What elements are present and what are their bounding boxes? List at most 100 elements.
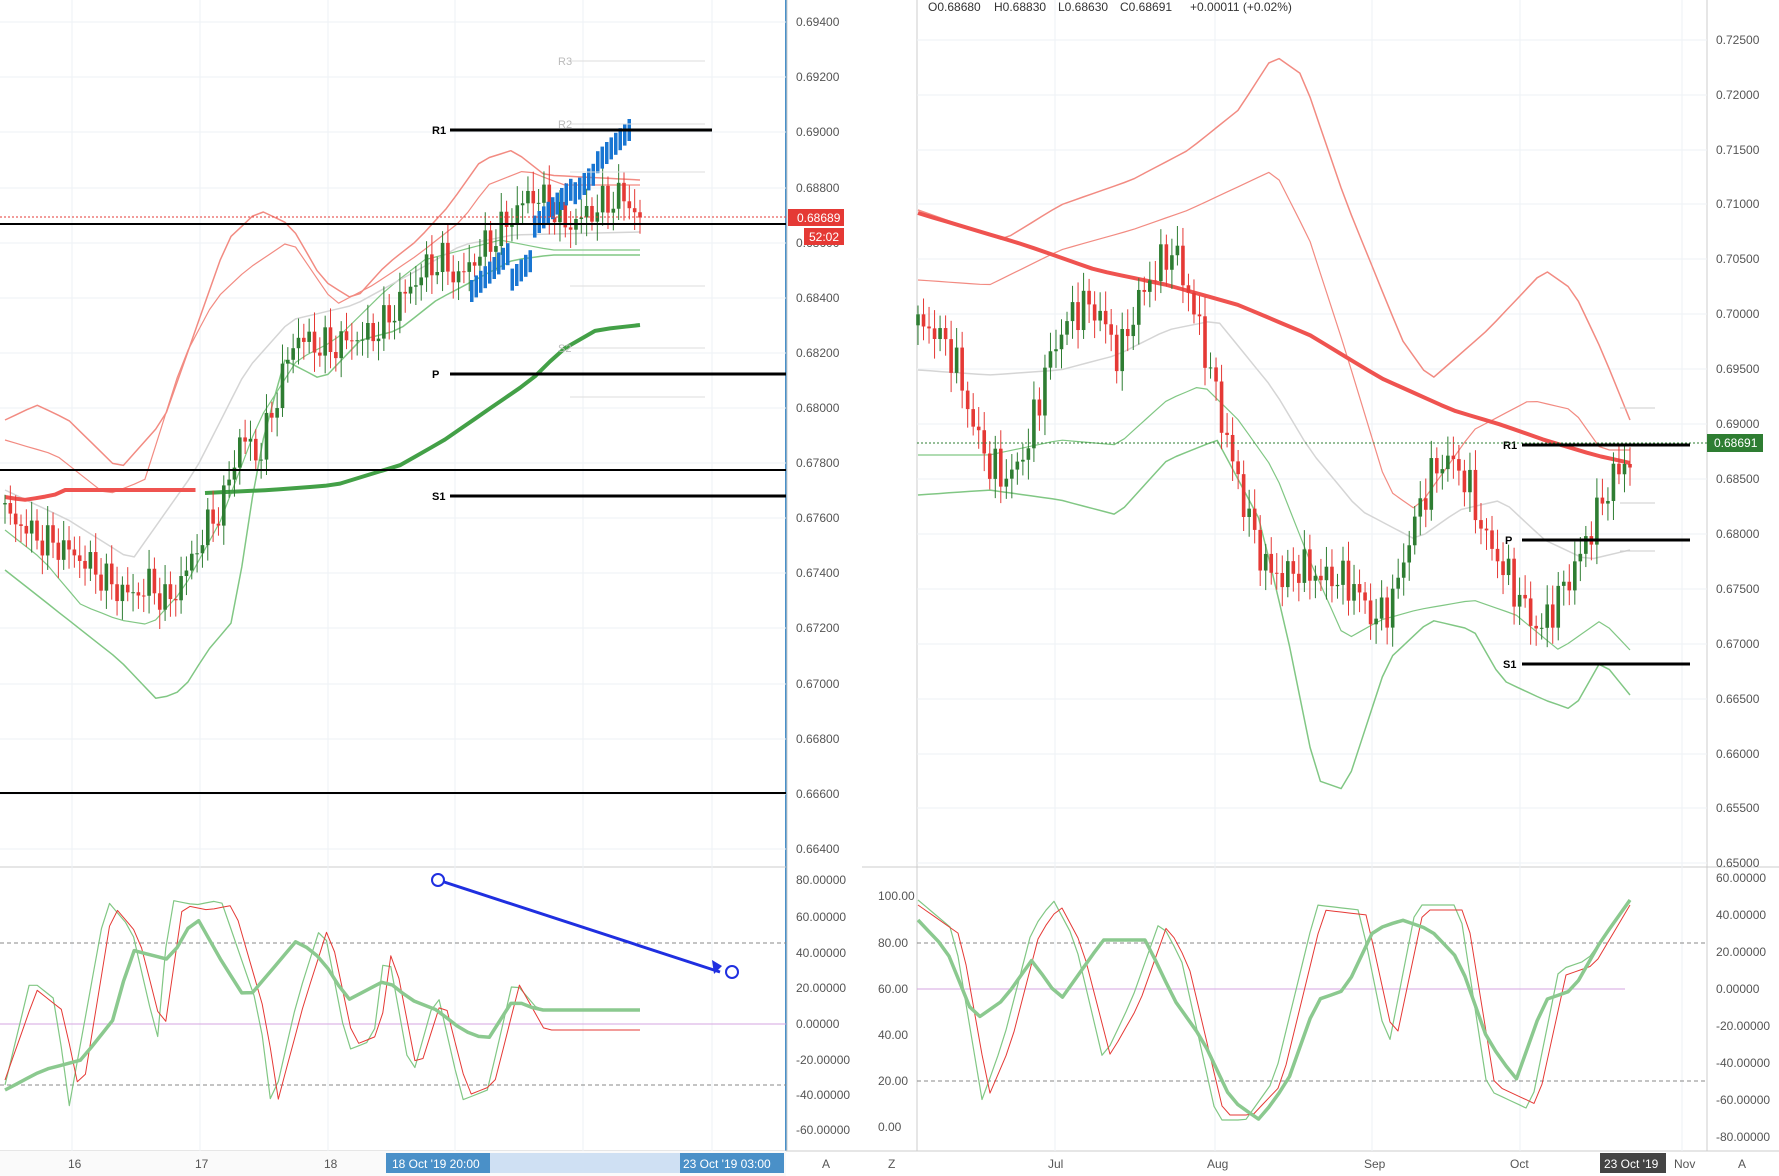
- candle-body: [173, 599, 178, 601]
- left-osc-tick: 40.00000: [796, 946, 846, 960]
- time-label-jul: Jul: [1048, 1157, 1063, 1171]
- pivot-p-label: P: [432, 369, 439, 381]
- candle-body: [987, 453, 992, 479]
- candle-body: [387, 305, 392, 323]
- candle-body: [1010, 469, 1014, 479]
- candle-body: [1622, 463, 1627, 475]
- right-osc-left-tick: 0.00: [878, 1120, 902, 1134]
- candle-body: [1479, 520, 1483, 529]
- left-price-tick: 0.69400: [796, 15, 840, 29]
- right-time-axis: Z Jul Aug Sep Oct Nov 23 Oct '19 A: [888, 1153, 1746, 1173]
- left-osc-tick: 80.00000: [796, 873, 846, 887]
- candle-body: [99, 574, 103, 591]
- candle-body: [189, 553, 194, 571]
- trend-arrow-line: [437, 878, 721, 974]
- candle-body: [584, 205, 589, 218]
- candle-body: [1236, 461, 1240, 475]
- pivot-r3-label: R3: [558, 56, 572, 68]
- candle-body: [211, 509, 215, 524]
- candle-body: [51, 525, 55, 543]
- candle-body: [462, 271, 466, 273]
- candle-body: [590, 205, 594, 222]
- right-osc-left-tick: 60.00: [878, 982, 908, 996]
- ohlc-open: O0.68680: [928, 0, 981, 14]
- candle-body: [93, 552, 98, 575]
- renko-brick: [537, 211, 541, 233]
- right-price-tick: 0.71500: [1716, 143, 1760, 157]
- right-ohlc-legend: O0.68680 H0.68830 L0.68630 C0.68691 +0.0…: [928, 0, 1292, 14]
- candle-body: [419, 277, 424, 286]
- right-price-tag-text: 0.68691: [1714, 436, 1758, 450]
- right-price-tick: 0.66000: [1716, 747, 1760, 761]
- candle-body: [1054, 349, 1058, 352]
- left-axis-mode-button[interactable]: A: [822, 1157, 830, 1171]
- candle-body: [622, 182, 626, 202]
- candle-body: [318, 352, 322, 356]
- candle-body: [1567, 581, 1572, 591]
- candle-body: [195, 553, 199, 555]
- candle-body: [520, 203, 525, 206]
- candle-body: [1462, 470, 1467, 493]
- candle-body: [440, 242, 445, 273]
- candle-body: [1263, 553, 1268, 571]
- candle-body: [1308, 549, 1312, 581]
- oscillator-panes: [0, 873, 1707, 1121]
- renko-brick: [474, 275, 478, 298]
- candle-body: [398, 291, 402, 321]
- candle-body: [1291, 561, 1296, 574]
- candle-body: [430, 254, 434, 276]
- renko-brick: [488, 261, 492, 284]
- candle-body: [280, 363, 285, 409]
- candle-body: [1628, 463, 1632, 468]
- ema-red: [4, 488, 196, 502]
- osc-fast-line: [917, 899, 1631, 1121]
- candle-body: [1021, 459, 1025, 462]
- renko-brick: [600, 146, 604, 169]
- candle-body: [1506, 558, 1511, 576]
- right-price-tick: 0.71000: [1716, 197, 1760, 211]
- right-osc-right-tick: 40.00000: [1716, 908, 1766, 922]
- candle-body: [1241, 474, 1246, 517]
- candle-body: [270, 412, 274, 418]
- bb-lower-outer: [4, 254, 640, 699]
- right-price-tick: 0.65000: [1716, 856, 1760, 870]
- candle-body: [515, 205, 520, 224]
- right-price-tick: 0.67500: [1716, 582, 1760, 596]
- right-osc-left-tick: 20.00: [878, 1074, 908, 1088]
- candle-body: [600, 185, 605, 213]
- candle-body: [24, 525, 29, 534]
- candle-body: [40, 540, 45, 556]
- bb-basis: [917, 321, 1631, 560]
- candle-body: [1313, 575, 1318, 581]
- left-indicators: [4, 149, 641, 699]
- end-time-label: 23 Oct '19 03:00: [683, 1157, 771, 1171]
- renko-brick: [524, 254, 528, 277]
- candle-body: [115, 584, 119, 602]
- candle-body: [1545, 604, 1550, 628]
- candle-body: [67, 540, 71, 550]
- crosshair-time-label: 18 Oct '19 20:00: [392, 1157, 480, 1171]
- renko-brick: [596, 151, 600, 174]
- right-price-tick: 0.72500: [1716, 33, 1760, 47]
- candle-body: [938, 328, 942, 339]
- zoom-button[interactable]: Z: [888, 1157, 895, 1171]
- bb-basis: [4, 231, 641, 558]
- left-time-axis: 16 17 18 22 18 Oct '19 20:00 23 Oct '19 …: [0, 1151, 830, 1176]
- candle-body: [408, 286, 413, 294]
- candle-body: [1148, 280, 1152, 292]
- candle-body: [1352, 584, 1356, 601]
- candle-body: [1374, 618, 1378, 625]
- left-osc-tick: -20.00000: [796, 1053, 850, 1067]
- time-label-sep: Sep: [1364, 1157, 1386, 1171]
- candle-body: [526, 190, 530, 204]
- right-axis-mode-button[interactable]: A: [1738, 1157, 1746, 1171]
- candle-body: [1208, 367, 1213, 369]
- renko-brick: [506, 243, 510, 266]
- left-price-tick: 0.68000: [796, 401, 840, 415]
- candle-body: [456, 271, 461, 283]
- pivot-s1-label: S1: [1503, 659, 1516, 671]
- candle-body: [120, 584, 125, 602]
- candle-body: [1285, 561, 1290, 588]
- candle-body: [1368, 600, 1373, 625]
- chart-workspace: R1 P S1 R3 R2 S2 R1 P S1 0.69400 0.69200 0.69000 0…: [0, 0, 1779, 1176]
